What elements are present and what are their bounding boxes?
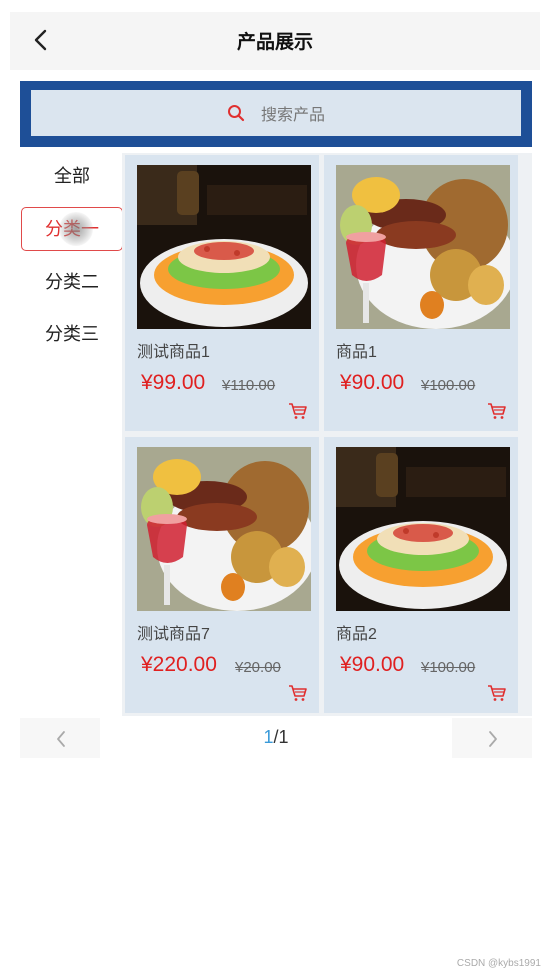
product-image[interactable] [137, 165, 311, 329]
product-name: 测试商品1 [137, 344, 210, 361]
roast-platter-photo [137, 447, 311, 611]
product-card[interactable]: 商品1 ¥90.00 ¥100.00 [324, 155, 518, 431]
total-pages: 1 [278, 727, 289, 747]
product-price: ¥220.00 [141, 653, 217, 676]
search-input[interactable]: 搜索产品 [31, 90, 521, 136]
category-sidebar: 全部 分类一 分类二 分类三 [20, 150, 124, 360]
product-card[interactable]: 商品2 ¥90.00 ¥100.00 [324, 437, 518, 713]
category-label: 分类二 [45, 272, 99, 292]
category-label: 分类三 [45, 324, 99, 344]
watermark: CSDN @kybs1991 [456, 958, 541, 969]
product-card[interactable]: 测试商品7 ¥220.00 ¥20.00 [125, 437, 319, 713]
pagination: 1/1 [20, 717, 532, 759]
product-original-price: ¥20.00 [235, 659, 281, 676]
cart-icon[interactable] [487, 684, 507, 702]
category-item-3[interactable]: 分类三 [20, 308, 124, 360]
product-card[interactable]: 测试商品1 ¥99.00 ¥110.00 [125, 155, 319, 431]
chevron-right-icon [489, 731, 497, 747]
next-page-button[interactable] [452, 718, 532, 758]
product-price: ¥90.00 [340, 371, 405, 394]
touch-ripple [59, 212, 93, 246]
category-item-all[interactable]: 全部 [20, 150, 124, 202]
product-grid: 测试商品1 ¥99.00 ¥110.00 商品1 ¥90.00 ¥100.00 … [122, 153, 532, 716]
category-item-2[interactable]: 分类二 [20, 256, 124, 308]
noodle-dish-photo [137, 165, 311, 329]
noodle-dish-photo [336, 447, 510, 611]
product-original-price: ¥100.00 [421, 659, 476, 676]
current-page: 1 [263, 727, 274, 747]
product-image[interactable] [336, 447, 510, 611]
category-label: 全部 [54, 166, 90, 186]
product-original-price: ¥100.00 [421, 377, 476, 394]
cart-icon[interactable] [487, 402, 507, 420]
top-nav-bar: 产品展示 [10, 12, 540, 70]
roast-platter-photo [336, 165, 510, 329]
product-name: 商品1 [336, 344, 377, 361]
search-placeholder: 搜索产品 [260, 107, 325, 124]
product-name: 测试商品7 [137, 626, 210, 643]
category-item-1-active[interactable]: 分类一 [21, 207, 123, 251]
page-title: 产品展示 [236, 32, 313, 53]
product-image[interactable] [137, 447, 311, 611]
product-price: ¥90.00 [340, 653, 405, 676]
product-image[interactable] [336, 165, 510, 329]
cart-icon[interactable] [288, 684, 308, 702]
search-icon [227, 105, 245, 122]
search-bar: 搜索产品 [20, 81, 532, 147]
product-price: ¥99.00 [141, 371, 206, 394]
product-original-price: ¥110.00 [222, 377, 276, 394]
cart-icon[interactable] [288, 402, 308, 420]
product-name: 商品2 [336, 626, 377, 643]
